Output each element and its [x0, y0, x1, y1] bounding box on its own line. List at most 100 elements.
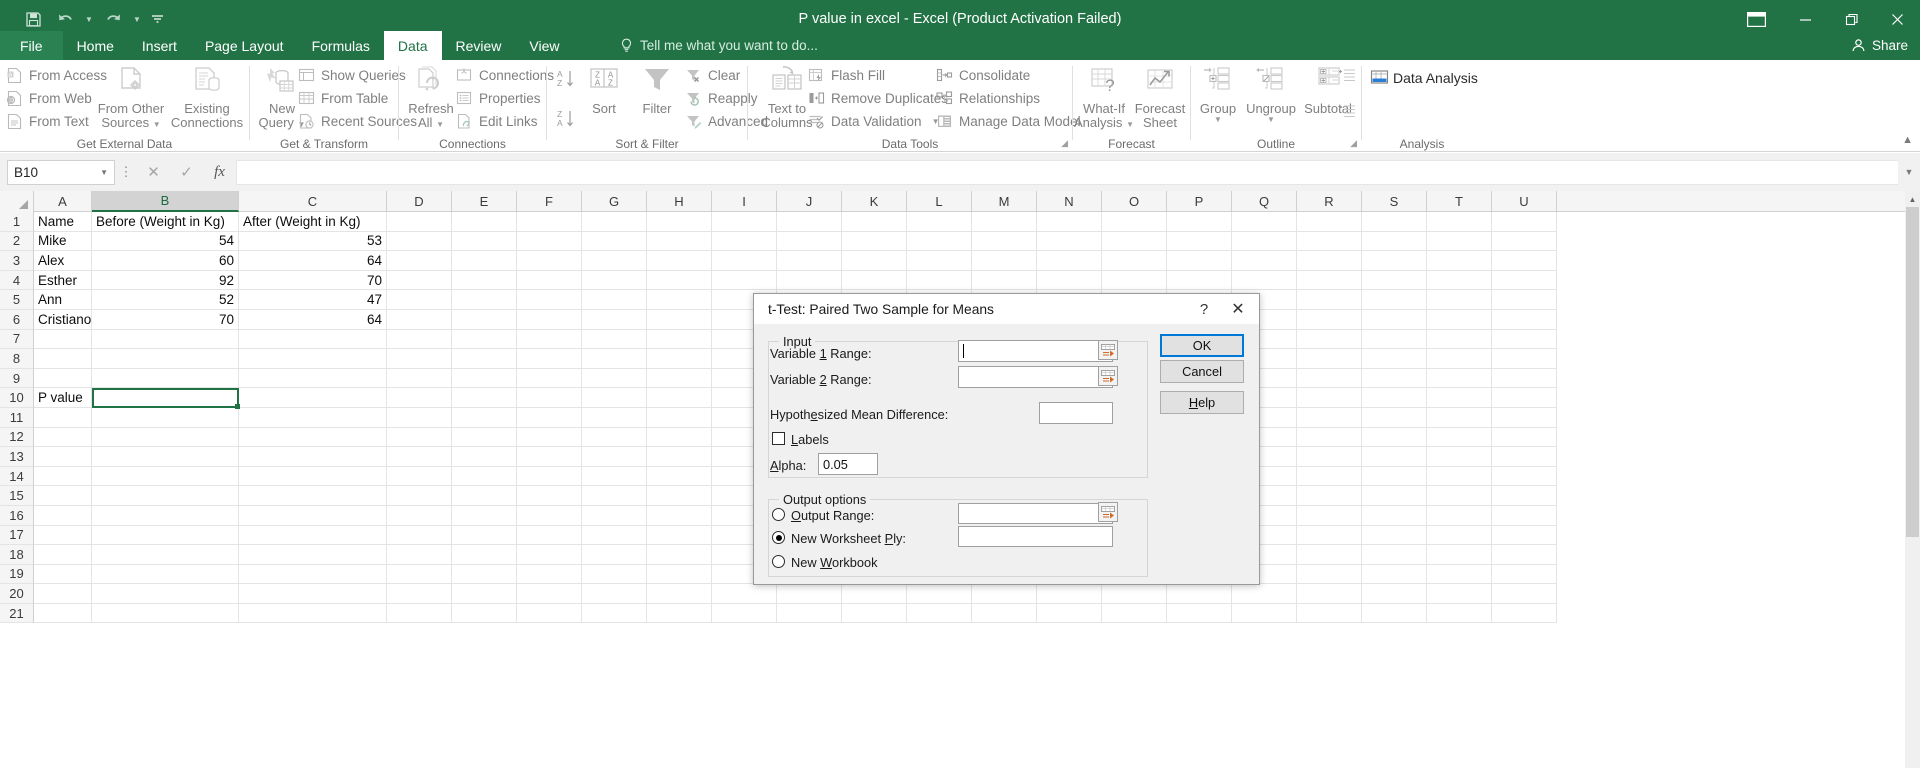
cell-E1[interactable]	[452, 212, 517, 232]
cell-E19[interactable]	[452, 564, 517, 585]
cell-E4[interactable]	[452, 270, 517, 291]
cell-U13[interactable]	[1492, 447, 1557, 467]
cell-E11[interactable]	[452, 407, 517, 428]
cell-H8[interactable]	[647, 349, 712, 369]
ribbon-item-filter[interactable]: Filter	[633, 65, 681, 116]
cell-P21[interactable]	[1167, 603, 1232, 624]
cell-A10[interactable]: P value	[34, 388, 92, 408]
cell-C20[interactable]	[239, 584, 387, 604]
cell-R16[interactable]	[1297, 505, 1362, 526]
cell-A20[interactable]	[34, 584, 92, 604]
cell-G1[interactable]	[582, 212, 647, 232]
cell-T6[interactable]	[1427, 309, 1492, 330]
row-header-6[interactable]: 6	[0, 310, 33, 330]
column-header-S[interactable]: S	[1362, 191, 1427, 212]
cell-B3[interactable]: 60	[92, 251, 239, 271]
cell-R20[interactable]	[1297, 584, 1362, 604]
variable-1-range-input[interactable]	[958, 340, 1113, 362]
row-header-19[interactable]: 19	[0, 565, 33, 585]
cell-C9[interactable]	[239, 368, 387, 389]
cell-H2[interactable]	[647, 231, 712, 252]
cell-H20[interactable]	[647, 584, 712, 604]
cell-R7[interactable]	[1297, 329, 1362, 350]
cell-E5[interactable]	[452, 290, 517, 310]
cell-H5[interactable]	[647, 290, 712, 310]
cell-U7[interactable]	[1492, 329, 1557, 350]
cell-E8[interactable]	[452, 349, 517, 369]
cell-T4[interactable]	[1427, 270, 1492, 291]
row-header-2[interactable]: 2	[0, 232, 33, 252]
column-header-A[interactable]: A	[34, 191, 92, 212]
column-header-N[interactable]: N	[1037, 191, 1102, 212]
cell-U20[interactable]	[1492, 584, 1557, 604]
cell-A16[interactable]	[34, 505, 92, 526]
cell-G11[interactable]	[582, 407, 647, 428]
cell-B14[interactable]	[92, 466, 239, 487]
cell-S13[interactable]	[1362, 447, 1427, 467]
cell-R9[interactable]	[1297, 368, 1362, 389]
hypothesized-mean-difference-input[interactable]	[1039, 402, 1113, 424]
cell-F1[interactable]	[517, 212, 582, 232]
cell-D18[interactable]	[387, 545, 452, 565]
cell-F6[interactable]	[517, 309, 582, 330]
column-header-F[interactable]: F	[517, 191, 582, 212]
ribbon-item-manage-data-model[interactable]: Manage Data Model	[936, 110, 1081, 133]
cell-H1[interactable]	[647, 212, 712, 232]
cell-D11[interactable]	[387, 407, 452, 428]
cell-H14[interactable]	[647, 466, 712, 487]
cell-F10[interactable]	[517, 388, 582, 408]
cell-C10[interactable]	[239, 388, 387, 408]
new-worksheet-ply-radio[interactable]	[772, 531, 785, 544]
cell-G12[interactable]	[582, 427, 647, 448]
row-header-21[interactable]: 21	[0, 604, 33, 624]
cell-C15[interactable]	[239, 486, 387, 506]
cell-C4[interactable]: 70	[239, 270, 387, 291]
cell-U16[interactable]	[1492, 505, 1557, 526]
cell-B12[interactable]	[92, 427, 239, 448]
cell-S21[interactable]	[1362, 603, 1427, 624]
ribbon-item-from-other-sources[interactable]: From Other Sources ▼	[95, 65, 167, 130]
cell-S15[interactable]	[1362, 486, 1427, 506]
cell-T17[interactable]	[1427, 525, 1492, 546]
cell-C18[interactable]	[239, 545, 387, 565]
cell-F18[interactable]	[517, 545, 582, 565]
cell-G13[interactable]	[582, 447, 647, 467]
cell-G9[interactable]	[582, 368, 647, 389]
cell-H3[interactable]	[647, 251, 712, 271]
cell-Q21[interactable]	[1232, 603, 1297, 624]
ribbon-item-connections[interactable]: Connections	[456, 64, 554, 87]
cell-L1[interactable]	[907, 212, 972, 232]
cell-H6[interactable]	[647, 309, 712, 330]
cell-D15[interactable]	[387, 486, 452, 506]
tab-review[interactable]: Review	[442, 31, 516, 60]
ribbon-item-ungroup[interactable]: Ungroup ▼	[1243, 65, 1299, 125]
cell-Q4[interactable]	[1232, 270, 1297, 291]
cell-U21[interactable]	[1492, 603, 1557, 624]
column-header-P[interactable]: P	[1167, 191, 1232, 212]
cell-H18[interactable]	[647, 545, 712, 565]
cell-R1[interactable]	[1297, 212, 1362, 232]
ribbon-item-from-access[interactable]: A From Access	[6, 64, 107, 87]
cell-U9[interactable]	[1492, 368, 1557, 389]
cell-I21[interactable]	[712, 603, 777, 624]
cell-P1[interactable]	[1167, 212, 1232, 232]
ribbon-item-edit-links[interactable]: Edit Links	[456, 110, 554, 133]
cell-E10[interactable]	[452, 388, 517, 408]
cell-N2[interactable]	[1037, 231, 1102, 252]
cell-J21[interactable]	[777, 603, 842, 624]
cancel-formula-icon[interactable]: ✕	[137, 163, 170, 181]
cell-E3[interactable]	[452, 251, 517, 271]
cell-G8[interactable]	[582, 349, 647, 369]
cell-F12[interactable]	[517, 427, 582, 448]
cell-S17[interactable]	[1362, 525, 1427, 546]
cell-A8[interactable]	[34, 349, 92, 369]
cell-M20[interactable]	[972, 584, 1037, 604]
cell-I1[interactable]	[712, 212, 777, 232]
row-header-14[interactable]: 14	[0, 467, 33, 487]
cell-J20[interactable]	[777, 584, 842, 604]
cell-K2[interactable]	[842, 231, 907, 252]
cell-F9[interactable]	[517, 368, 582, 389]
row-header-3[interactable]: 3	[0, 251, 33, 271]
column-header-K[interactable]: K	[842, 191, 907, 212]
cell-U18[interactable]	[1492, 545, 1557, 565]
